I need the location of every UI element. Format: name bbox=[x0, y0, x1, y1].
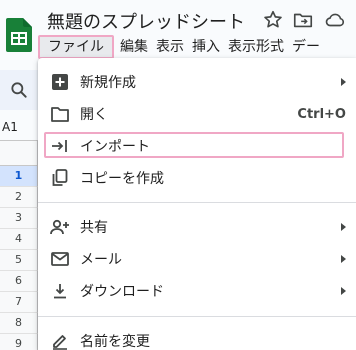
copy-icon bbox=[50, 168, 70, 188]
rename-pencil-icon bbox=[50, 331, 70, 350]
menu-item-open[interactable]: 開く Ctrl+O bbox=[38, 98, 356, 130]
menubar: ファイル 編集 表示 挿入 表示形式 デー bbox=[38, 35, 324, 59]
menu-item-download[interactable]: ダウンロード bbox=[38, 275, 356, 307]
sheets-logo-icon[interactable] bbox=[6, 18, 32, 52]
menu-item-new[interactable]: 新規作成 bbox=[38, 66, 356, 98]
row-header[interactable]: 5 bbox=[0, 250, 38, 271]
folder-open-icon bbox=[50, 104, 70, 124]
file-menu-dropdown: 新規作成 開く Ctrl+O インポート コピーを作成 共有 メール ダウンロー… bbox=[38, 58, 356, 350]
shortcut-label: Ctrl+O bbox=[297, 106, 346, 122]
menu-divider bbox=[38, 316, 356, 317]
app-header: 無題のスプレッドシート ファイル 編集 表示 挿入 表示形式 デー bbox=[0, 0, 356, 66]
submenu-arrow-icon bbox=[341, 255, 346, 263]
menu-item-make-copy[interactable]: コピーを作成 bbox=[38, 162, 356, 194]
row-header[interactable]: 3 bbox=[0, 208, 38, 229]
menu-item-label: ダウンロード bbox=[80, 284, 164, 300]
share-person-icon bbox=[50, 217, 70, 237]
name-box[interactable]: A1 bbox=[0, 120, 18, 134]
row-header[interactable]: 9 bbox=[0, 334, 38, 350]
menu-item-rename[interactable]: 名前を変更 bbox=[38, 325, 356, 350]
submenu-arrow-icon bbox=[341, 287, 346, 295]
menu-insert[interactable]: 挿入 bbox=[188, 35, 224, 59]
document-title[interactable]: 無題のスプレッドシート bbox=[47, 8, 245, 34]
star-icon[interactable] bbox=[262, 9, 284, 31]
row-header[interactable]: 6 bbox=[0, 271, 38, 292]
new-icon bbox=[50, 72, 70, 92]
cloud-status-icon[interactable] bbox=[324, 9, 346, 31]
menu-item-label: メール bbox=[80, 252, 122, 268]
row-header[interactable]: 1 bbox=[0, 166, 38, 187]
menu-format[interactable]: 表示形式 bbox=[224, 35, 288, 59]
menu-file[interactable]: ファイル bbox=[38, 35, 114, 59]
menu-item-share[interactable]: 共有 bbox=[38, 211, 356, 243]
menu-item-label: 名前を変更 bbox=[80, 334, 150, 350]
menu-item-email[interactable]: メール bbox=[38, 243, 356, 275]
row-header[interactable]: 7 bbox=[0, 292, 38, 313]
menu-view[interactable]: 表示 bbox=[152, 35, 188, 59]
menu-divider bbox=[38, 202, 356, 203]
mail-icon bbox=[50, 249, 70, 269]
select-all-corner[interactable] bbox=[0, 141, 38, 166]
menu-item-import[interactable]: インポート bbox=[38, 130, 356, 162]
menu-edit[interactable]: 編集 bbox=[116, 35, 152, 59]
row-header[interactable]: 2 bbox=[0, 187, 38, 208]
search-icon bbox=[11, 82, 27, 98]
menu-item-label: コピーを作成 bbox=[80, 171, 164, 187]
menu-item-label: インポート bbox=[80, 139, 150, 155]
import-icon bbox=[50, 136, 70, 156]
menu-item-label: 新規作成 bbox=[80, 75, 136, 91]
submenu-arrow-icon bbox=[341, 223, 346, 231]
row-header[interactable]: 4 bbox=[0, 229, 38, 250]
move-to-folder-icon[interactable] bbox=[292, 9, 314, 31]
submenu-arrow-icon bbox=[341, 78, 346, 86]
menu-data[interactable]: デー bbox=[288, 35, 324, 59]
menu-item-label: 共有 bbox=[80, 220, 108, 236]
download-icon bbox=[50, 281, 70, 301]
menu-item-label: 開く bbox=[80, 107, 108, 123]
row-header[interactable]: 8 bbox=[0, 313, 38, 334]
